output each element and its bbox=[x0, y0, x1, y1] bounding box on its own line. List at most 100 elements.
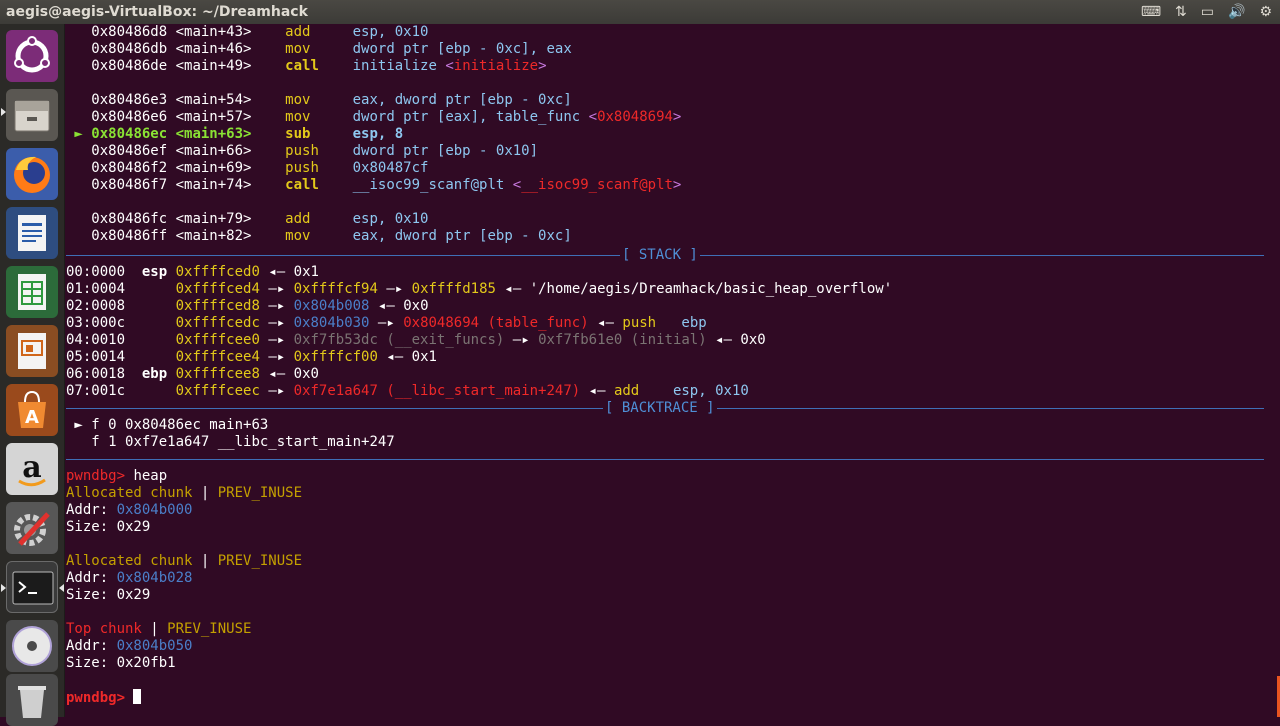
disasm-operands: __isoc99_scanf@plt bbox=[352, 177, 513, 193]
stack-address: 0xffffceec bbox=[175, 383, 260, 399]
arrow: —▸ bbox=[268, 298, 286, 314]
addr-label: Addr: bbox=[66, 502, 117, 518]
disasm-line: ► 0x80486ec <main+63> sub esp, 8 bbox=[66, 126, 403, 143]
power-icon[interactable]: ⚙ bbox=[1259, 0, 1272, 24]
writer-icon[interactable] bbox=[6, 207, 58, 259]
disasm-operands: eax, dword ptr [ebp - 0xc] bbox=[352, 228, 572, 244]
stack-row: 01:0004 0xffffced4 —▸ 0xffffcf94 —▸ 0xff… bbox=[66, 281, 892, 298]
disasm-mnemonic: sub bbox=[285, 126, 353, 142]
terminal-output[interactable]: 0x80486d8 <main+43> add esp, 0x10 0x8048… bbox=[66, 24, 1280, 717]
disasm-address: 0x80486ff bbox=[91, 228, 168, 244]
disasm-line: 0x80486ff <main+82> mov eax, dword ptr [… bbox=[66, 228, 572, 245]
heap-chunk-header: Top chunk | PREV_INUSE bbox=[66, 621, 251, 638]
chunk-flag: PREV_INUSE bbox=[167, 621, 252, 637]
volume-icon[interactable]: 🔊 bbox=[1228, 0, 1245, 24]
stack-pointer: 0xffffd185 bbox=[411, 281, 496, 297]
trash-icon[interactable] bbox=[6, 674, 58, 726]
firefox-icon[interactable] bbox=[6, 148, 58, 200]
stack-operands: ebp bbox=[681, 315, 707, 331]
backtrace-frame: ► f 0 0x80486ec main+63 bbox=[66, 417, 268, 434]
arrow: ◂— bbox=[268, 264, 286, 280]
arrow: —▸ bbox=[386, 281, 404, 297]
disasm-symbol: <main+57> bbox=[175, 109, 252, 125]
svg-text:a: a bbox=[22, 450, 41, 485]
current-line-marker: ► bbox=[66, 126, 92, 142]
disasm-operands: esp, 0x10 bbox=[352, 24, 429, 40]
size-label: Size: bbox=[66, 519, 117, 535]
angle-bracket: < bbox=[588, 109, 598, 125]
arrow: ◂— bbox=[504, 281, 522, 297]
disasm-address: 0x80486d8 bbox=[91, 24, 168, 40]
system-settings-icon[interactable] bbox=[6, 502, 58, 554]
angle-bracket: < bbox=[512, 177, 522, 193]
heap-chunk-size: Size: 0x29 bbox=[66, 519, 150, 536]
stack-address: 0xffffced0 bbox=[175, 264, 260, 280]
stack-operands: esp, 0x10 bbox=[672, 383, 749, 399]
stack-address: 0xffffcee8 bbox=[175, 366, 260, 382]
size-label: Size: bbox=[66, 587, 117, 603]
stack-row: 02:0008 0xffffced8 —▸ 0x804b008 ◂— 0x0 bbox=[66, 298, 429, 315]
terminal-icon[interactable] bbox=[6, 561, 58, 613]
stack-separator: [ STACK ] bbox=[66, 247, 1264, 264]
network-icon[interactable]: ⇅ bbox=[1175, 0, 1187, 24]
arrow: —▸ bbox=[268, 281, 286, 297]
disasm-mnemonic: call bbox=[285, 177, 353, 193]
disasm-symbol: <main+63> bbox=[175, 126, 252, 142]
disasm-address: 0x80486ef bbox=[91, 143, 168, 159]
dvd-icon[interactable] bbox=[6, 620, 58, 672]
stack-value: 0x1 bbox=[293, 264, 319, 280]
pipe: | bbox=[141, 621, 168, 637]
stack-mnemonic: add bbox=[613, 383, 673, 399]
disasm-address: 0x80486f2 bbox=[91, 160, 168, 176]
disasm-symbol: <main+46> bbox=[175, 41, 252, 57]
disasm-symbol: <main+54> bbox=[175, 92, 252, 108]
pipe: | bbox=[192, 485, 218, 501]
battery-icon[interactable]: ▭ bbox=[1201, 0, 1214, 24]
input-line[interactable]: pwndbg> bbox=[66, 689, 142, 706]
ubuntu-dash-icon[interactable] bbox=[6, 30, 58, 82]
keyboard-icon[interactable]: ⌨ bbox=[1141, 0, 1161, 24]
software-center-icon[interactable]: A bbox=[6, 384, 58, 436]
prompt: pwndbg> bbox=[66, 468, 126, 484]
stack-pointer: 0x804b008 bbox=[293, 298, 370, 314]
heap-chunk-size: Size: 0x29 bbox=[66, 587, 150, 604]
disasm-address: 0x80486e3 bbox=[91, 92, 168, 108]
disasm-line: 0x80486d8 <main+43> add esp, 0x10 bbox=[66, 24, 428, 41]
stack-pointer: 0x804b030 bbox=[293, 315, 370, 331]
size-label: Size: bbox=[66, 655, 117, 671]
frame-text: f 0 0x80486ec main+63 bbox=[91, 417, 269, 433]
disasm-mnemonic: call bbox=[285, 58, 353, 74]
arrow: —▸ bbox=[377, 315, 395, 331]
arrow: ◂— bbox=[377, 298, 395, 314]
impress-icon[interactable] bbox=[6, 325, 58, 377]
angle-bracket: < bbox=[445, 58, 454, 74]
calc-icon[interactable] bbox=[6, 266, 58, 318]
command-line: pwndbg> heap bbox=[66, 468, 167, 485]
arrow: ◂— bbox=[715, 332, 732, 348]
amazon-icon[interactable]: a bbox=[6, 443, 58, 495]
files-icon[interactable] bbox=[6, 89, 58, 141]
window-title: aegis@aegis-VirtualBox: ~/Dreamhack bbox=[6, 4, 308, 20]
